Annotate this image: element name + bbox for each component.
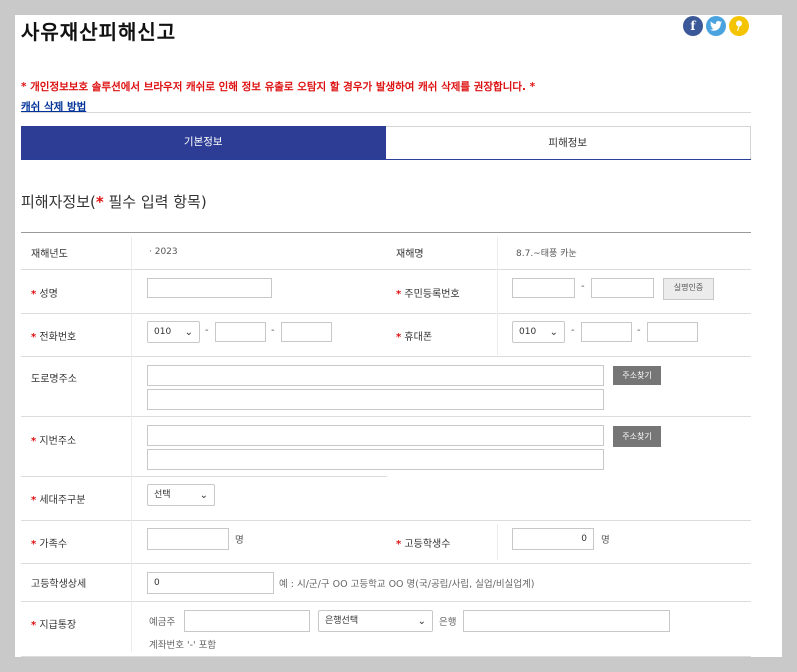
phone-prefix-select[interactable]: 010 ⌄ — [147, 321, 200, 343]
page-title: 사유재산피해신고 — [21, 20, 177, 44]
road-address-detail-input[interactable] — [147, 389, 604, 410]
tab-bar: 기본정보 피해정보 — [21, 126, 751, 160]
road-address-label: 도로명주소 — [31, 374, 77, 385]
verify-button[interactable]: 실명인증 — [663, 278, 714, 300]
hs-count-unit: 명 — [601, 535, 610, 546]
year-value: · 2023 — [149, 247, 178, 257]
twitter-icon[interactable] — [706, 16, 726, 36]
hs-count-label: * 고등학생수 — [396, 539, 451, 550]
column-divider — [497, 237, 498, 355]
hs-detail-label: 고등학생상세 — [31, 579, 87, 590]
account-hint: 계좌번호 '-' 포함 — [149, 640, 217, 651]
cache-notice: * 개인정보보호 솔루션에서 브라우저 캐쉬로 인해 정보 유출로 오탐지 할 … — [21, 81, 536, 93]
bank-select[interactable]: 은행선택 ⌄ — [318, 610, 433, 632]
column-divider — [497, 524, 498, 560]
lot-address-label: * 지번주소 — [31, 436, 77, 447]
year-label: 재해년도 — [31, 249, 68, 260]
rrn-label: * 주민등록번호 — [396, 289, 460, 300]
hs-count-input[interactable]: 0 — [512, 528, 594, 550]
chevron-down-icon: ⌄ — [549, 327, 558, 338]
mobile-dash: - — [637, 325, 641, 336]
divider — [21, 112, 751, 113]
name-label: * 성명 — [31, 289, 58, 300]
disaster-name-value: 8.7.~태풍 카눈 — [516, 249, 577, 259]
account-number-input[interactable] — [463, 610, 670, 632]
mobile-middle-input[interactable] — [581, 322, 632, 342]
bank-unit: 은행 — [439, 617, 457, 628]
hs-detail-hint: 예 : 시/군/구 OO 고등학교 OO 명(국/공립/사립, 실업/비실업계) — [279, 579, 535, 590]
family-count-label: * 가족수 — [31, 539, 68, 550]
chevron-down-icon: ⌄ — [199, 490, 208, 501]
row-divider — [21, 656, 751, 657]
household-select[interactable]: 선택 ⌄ — [147, 484, 215, 506]
lot-address-input[interactable] — [147, 425, 604, 446]
household-label: * 세대주구분 — [31, 495, 86, 506]
mobile-dash: - — [571, 325, 575, 336]
phone-dash: - — [271, 325, 275, 336]
family-count-unit: 명 — [235, 535, 244, 546]
page: 사유재산피해신고 f * 개인정보보호 솔루션에서 브라우저 캐쉬로 인해 정보… — [15, 15, 782, 657]
road-address-search-button[interactable]: 주소찾기 — [613, 366, 661, 385]
lot-address-search-button[interactable]: 주소찾기 — [613, 426, 661, 447]
kakaostory-icon[interactable] — [729, 16, 749, 36]
hs-detail-input[interactable]: 0 — [147, 572, 274, 594]
section-title: 피해자정보(* 필수 입력 항목) — [21, 193, 207, 211]
chevron-down-icon: ⌄ — [184, 327, 193, 338]
road-address-input[interactable] — [147, 365, 604, 386]
rrn-front-input[interactable] — [512, 278, 575, 298]
table-top-border — [21, 232, 751, 233]
tab-basic-info[interactable]: 기본정보 — [21, 126, 386, 159]
depositor-label: 예금주 — [149, 617, 176, 628]
phone-label: * 전화번호 — [31, 332, 77, 343]
column-divider — [131, 237, 132, 652]
phone-dash: - — [205, 325, 209, 336]
tab-damage-info[interactable]: 피해정보 — [385, 126, 751, 159]
mobile-label: * 휴대폰 — [396, 332, 433, 343]
depositor-input[interactable] — [184, 610, 310, 632]
name-input[interactable] — [147, 278, 272, 298]
mobile-last-input[interactable] — [647, 322, 698, 342]
lot-address-detail-input[interactable] — [147, 449, 604, 470]
mobile-prefix-select[interactable]: 010 ⌄ — [512, 321, 565, 343]
family-count-input[interactable] — [147, 528, 229, 550]
facebook-icon[interactable]: f — [683, 16, 703, 36]
account-label: * 지급통장 — [31, 620, 77, 631]
chevron-down-icon: ⌄ — [417, 616, 426, 627]
rrn-dash: - — [581, 281, 585, 292]
disaster-name-label: 재해명 — [396, 249, 424, 260]
row-divider — [21, 476, 387, 477]
rrn-back-input[interactable] — [591, 278, 654, 298]
phone-last-input[interactable] — [281, 322, 332, 342]
phone-middle-input[interactable] — [215, 322, 266, 342]
